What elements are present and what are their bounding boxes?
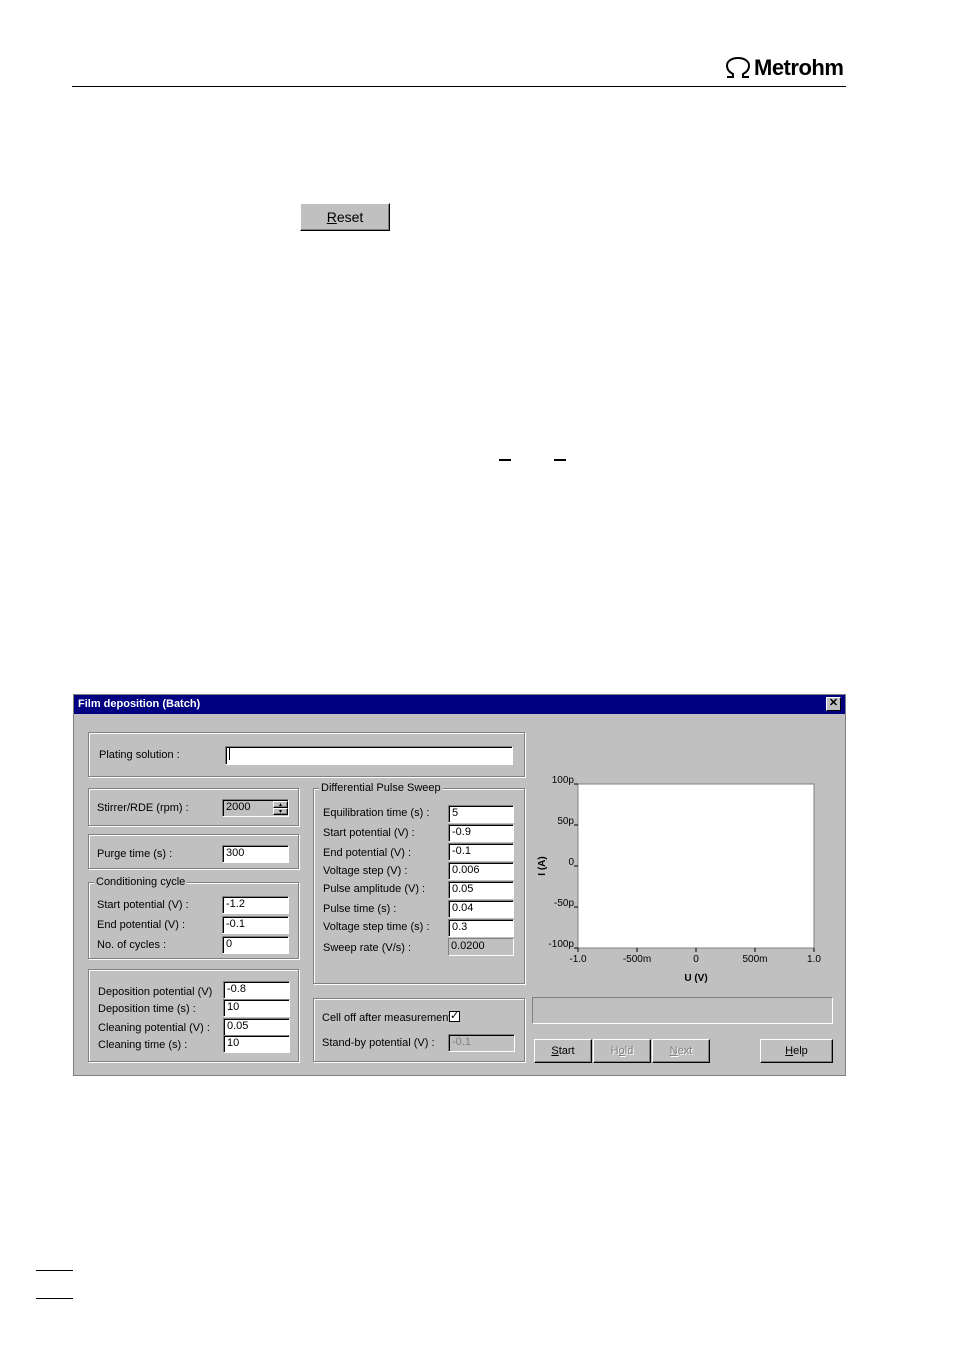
hold-label-pre: H: [610, 1045, 619, 1057]
help-label: elp: [793, 1045, 808, 1057]
y-tick-label: 50p: [557, 816, 574, 827]
vstime-label: Voltage step time (s) :: [323, 921, 430, 933]
y-axis-label: I (A): [537, 856, 548, 875]
metrohm-logo: Metrohm: [724, 54, 844, 82]
dps-start-input[interactable]: -0.9: [448, 824, 514, 842]
reset-button[interactable]: Reset: [300, 203, 390, 231]
header-rule: [72, 86, 846, 87]
help-button[interactable]: Help: [760, 1039, 833, 1063]
cond-end-label: End potential (V) :: [97, 919, 186, 931]
x-tick-label: 0: [693, 954, 699, 965]
purge-group: Purge time (s) : 300: [88, 834, 299, 869]
logo-text: Metrohm: [754, 55, 844, 80]
celloff-checkbox[interactable]: ✓: [449, 1011, 460, 1022]
x-tick-label: -1.0: [569, 954, 587, 965]
dep-potential-input[interactable]: -0.8: [223, 981, 290, 999]
dps-end-input[interactable]: -0.1: [448, 843, 514, 861]
y-tick-label: -100p: [548, 939, 574, 950]
hold-button[interactable]: Ho ld: [593, 1039, 651, 1063]
purge-time-input[interactable]: 300: [222, 845, 289, 863]
stirrer-group: Stirrer/RDE (rpm) : 2000 ▴ ▾: [88, 788, 299, 826]
clean-potential-input[interactable]: 0.05: [223, 1018, 290, 1036]
dps-group: Differential Pulse Sweep Equilibration t…: [313, 782, 525, 984]
cond-cycles-label: No. of cycles :: [97, 939, 167, 951]
dialog-title: Film deposition (Batch): [78, 698, 201, 710]
x-tick-label: -500m: [623, 954, 651, 965]
stirrer-label: Stirrer/RDE (rpm) :: [97, 802, 189, 814]
close-button[interactable]: ✕: [826, 697, 841, 711]
y-tick-label: 0: [568, 857, 574, 868]
conditioning-group: Conditioning cycle Start potential (V) :…: [88, 876, 299, 959]
footer-rule: [36, 1298, 73, 1299]
deposition-group: Deposition potential (V) -0.8 Deposition…: [88, 969, 299, 1062]
vstime-input[interactable]: 0.3: [448, 919, 514, 937]
equil-label: Equilibration time (s) :: [323, 807, 430, 819]
purge-label: Purge time (s) :: [97, 848, 173, 860]
help-mnemonic: H: [785, 1045, 794, 1057]
omega-logo-icon: [725, 56, 751, 78]
cond-start-label: Start potential (V) :: [97, 899, 189, 911]
clean-time-input[interactable]: 10: [223, 1035, 290, 1053]
plating-group: Plating solution :: [88, 732, 525, 777]
next-label: ext: [677, 1045, 693, 1057]
spin-up-icon[interactable]: ▴: [273, 801, 288, 808]
x-tick-label: 500m: [742, 954, 767, 965]
dep-potential-label: Deposition potential (V): [98, 986, 213, 998]
vstep-label: Voltage step (V) :: [323, 865, 408, 877]
clean-time-label: Cleaning time (s) :: [98, 1039, 188, 1051]
pamp-input[interactable]: 0.05: [448, 881, 514, 899]
hold-label: ld: [624, 1045, 634, 1057]
standby-label: Stand-by potential (V) :: [322, 1037, 435, 1049]
start-button[interactable]: Start: [534, 1039, 592, 1063]
dps-start-label: Start potential (V) :: [323, 827, 415, 839]
conditioning-title: Conditioning cycle: [94, 876, 188, 888]
text-cursor: [229, 748, 230, 761]
cond-start-input[interactable]: -1.2: [222, 896, 289, 914]
stirrer-value: 2000: [226, 801, 251, 813]
sweep-label: Sweep rate (V/s) :: [323, 942, 412, 954]
reset-button-label: eset: [336, 209, 364, 225]
plating-solution-input[interactable]: [225, 746, 513, 765]
y-tick-label: -50p: [554, 898, 574, 909]
start-label: tart: [558, 1045, 575, 1057]
status-bar: [532, 997, 833, 1024]
clean-potential-label: Cleaning potential (V) :: [98, 1022, 210, 1034]
vstep-input[interactable]: 0.006: [448, 862, 514, 880]
next-button[interactable]: Next: [652, 1039, 710, 1063]
dep-time-input[interactable]: 10: [223, 999, 290, 1017]
ptime-label: Pulse time (s) :: [323, 903, 397, 915]
footer-rule: [36, 1270, 73, 1271]
x-axis-label: U (V): [684, 973, 707, 984]
film-deposition-dialog: Film deposition (Batch) ✕ Plating soluti…: [73, 694, 846, 1076]
underscore-mark: [554, 459, 566, 461]
dps-title: Differential Pulse Sweep: [319, 782, 443, 794]
dps-end-label: End potential (V) :: [323, 847, 412, 859]
standby-input[interactable]: -0.1: [448, 1034, 515, 1052]
ptime-input[interactable]: 0.04: [448, 900, 514, 918]
cond-end-input[interactable]: -0.1: [222, 916, 289, 934]
plating-label: Plating solution :: [99, 749, 180, 761]
sweep-rate-value: 0.0200: [448, 938, 514, 956]
title-bar[interactable]: Film deposition (Batch) ✕: [74, 695, 845, 714]
underscore-mark: [499, 459, 511, 461]
plot-area: [577, 783, 815, 949]
start-mnemonic: S: [551, 1045, 559, 1057]
x-tick-label: 1.0: [807, 954, 821, 965]
pamp-label: Pulse amplitude (V) :: [323, 883, 426, 895]
y-tick-label: 100p: [552, 775, 575, 786]
cond-cycles-input[interactable]: 0: [222, 936, 289, 954]
spin-down-icon[interactable]: ▾: [273, 808, 288, 815]
celloff-group: Cell off after measurement : ✓ Stand-by …: [313, 998, 525, 1062]
dep-time-label: Deposition time (s) :: [98, 1003, 196, 1015]
next-mnemonic: N: [669, 1045, 678, 1057]
equil-input[interactable]: 5: [448, 805, 514, 823]
celloff-label: Cell off after measurement :: [322, 1012, 458, 1024]
iv-plot: -1.0 -500m 0 500m 1.0 100p 50p 0 -50p -100p I (A)…: [537, 775, 821, 984]
reset-button-mnemonic: R: [326, 209, 337, 225]
